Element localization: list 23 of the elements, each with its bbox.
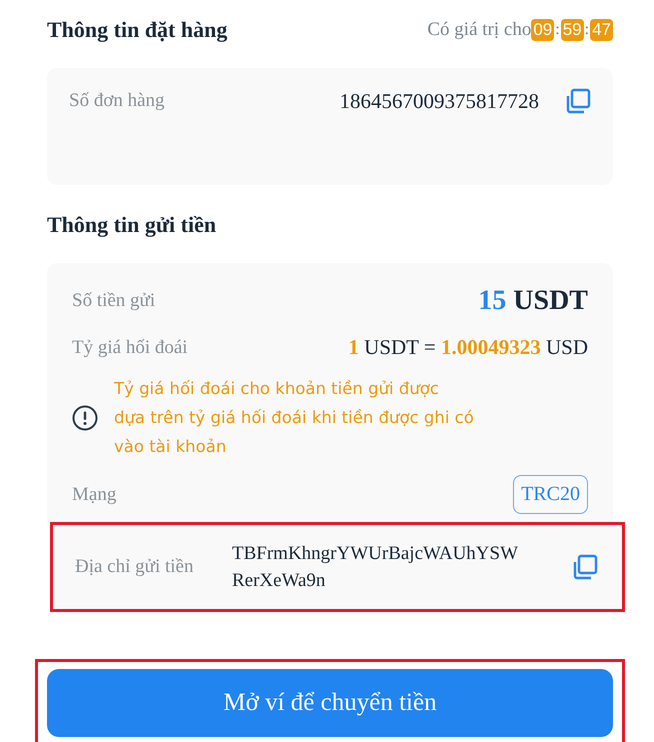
order-number-label: Số đơn hàng xyxy=(69,90,165,112)
amount-label: Số tiền gửi xyxy=(72,290,156,312)
address-label: Địa chỉ gửi tiền xyxy=(75,556,194,578)
time-separator: : xyxy=(554,21,561,39)
notice-text: Tỷ giá hối đoái cho khoản tiền gửi được dựa trên tỷ giá hối đoái khi tiền được ghi có vào tài khoản xyxy=(114,378,474,458)
countdown-digits: 47 xyxy=(590,19,613,41)
order-number: 1864567009375817728 xyxy=(340,88,539,114)
countdown-digits: 09 xyxy=(531,19,554,41)
network-tag: TRC20 xyxy=(513,475,588,514)
network-label: Mạng xyxy=(72,484,116,506)
open-wallet-button[interactable]: Mở ví để chuyển tiền xyxy=(47,669,613,737)
time-separator: : xyxy=(584,21,590,39)
exchange-rate: 1 USDT = 1.00049323 USD xyxy=(348,335,588,360)
rate-label: Tỷ giá hối đoái xyxy=(72,336,188,358)
deposit-amount: 15 USDT xyxy=(478,285,588,317)
section-title: Thông tin đặt hàng xyxy=(47,17,228,43)
section-title: Thông tin gửi tiền xyxy=(47,212,216,238)
countdown-digits: 59 xyxy=(560,19,584,41)
warning-icon xyxy=(72,404,98,430)
validity-label: Có giá trị cho xyxy=(427,19,532,41)
deposit-address: TBFrmKhngrYWUrBajcWAUhYSWRerXeWa9n xyxy=(232,542,520,593)
copy-icon[interactable] xyxy=(572,554,598,580)
copy-icon[interactable] xyxy=(565,88,591,114)
